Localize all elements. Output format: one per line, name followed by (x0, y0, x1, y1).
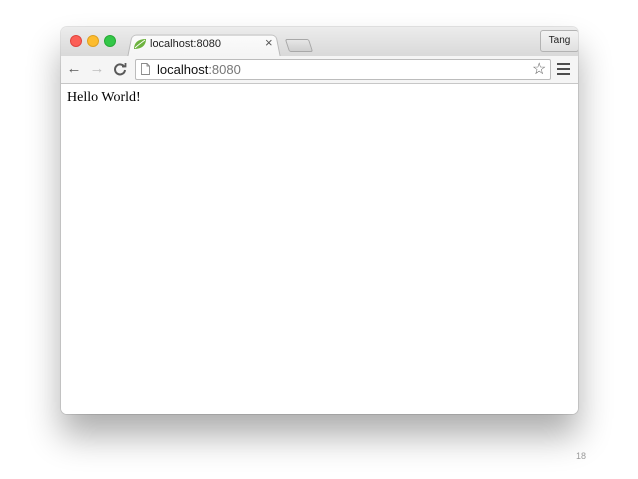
new-tab-button[interactable] (284, 39, 314, 52)
reload-icon[interactable] (112, 60, 128, 78)
address-url: localhost:8080 (157, 62, 241, 77)
back-arrow-icon[interactable]: ← (66, 60, 82, 78)
bookmark-star-icon[interactable]: ☆ (532, 60, 546, 79)
page-icon (141, 63, 150, 75)
page-content: Hello World! (61, 84, 578, 414)
minimize-window-button[interactable] (87, 35, 99, 47)
forward-arrow-icon[interactable]: → (89, 60, 105, 78)
reload-glyph (114, 63, 127, 76)
zoom-window-button[interactable] (104, 35, 116, 47)
browser-window: localhost:8080 × Tang ← → localhost:8080… (61, 27, 578, 414)
profile-button[interactable]: Tang (540, 30, 578, 52)
spring-leaf-icon (134, 39, 146, 49)
close-window-button[interactable] (70, 35, 82, 47)
tab-title: localhost:8080 (150, 38, 221, 50)
menu-icon[interactable] (557, 63, 570, 75)
address-bar[interactable]: localhost:8080 ☆ (135, 59, 551, 80)
slide: localhost:8080 × Tang ← → localhost:8080… (0, 0, 638, 479)
page-body-text: Hello World! (67, 90, 141, 105)
tab-content: localhost:8080 × (133, 36, 277, 57)
browser-toolbar: ← → localhost:8080 ☆ (61, 56, 578, 84)
title-bar: localhost:8080 × Tang (61, 27, 578, 58)
url-host: localhost (157, 62, 209, 77)
slide-number: 18 (576, 451, 587, 461)
tab-close-icon[interactable]: × (265, 36, 273, 50)
url-port: :8080 (208, 62, 241, 77)
